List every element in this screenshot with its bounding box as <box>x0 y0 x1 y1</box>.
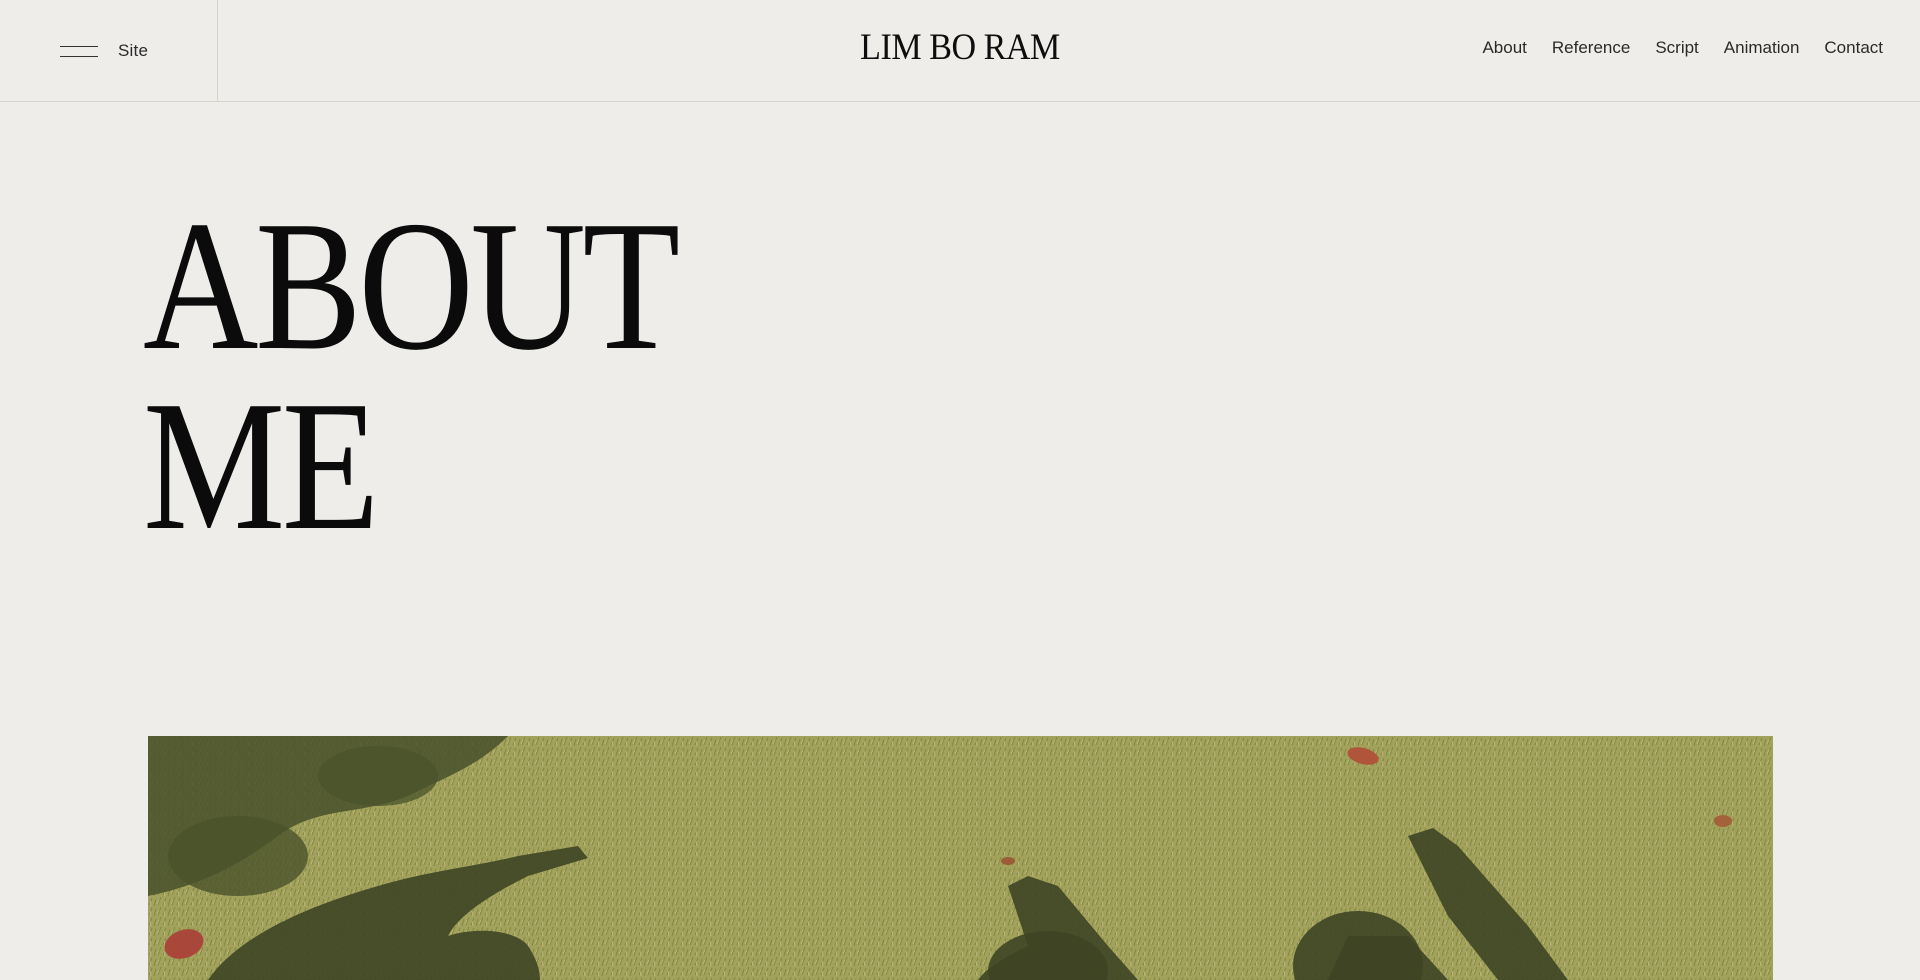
page-title-line-1: ABOUT <box>143 183 680 389</box>
main-nav: About Reference Script Animation Contact <box>1482 38 1883 58</box>
page-title: ABOUT ME <box>143 183 680 569</box>
hero-photo <box>148 736 1773 980</box>
nav-link-reference[interactable]: Reference <box>1552 38 1630 58</box>
nav-link-about[interactable]: About <box>1482 38 1526 58</box>
nav-link-script[interactable]: Script <box>1655 38 1698 58</box>
grass-shadow-image <box>148 736 1773 980</box>
page-title-line-2: ME <box>143 363 379 569</box>
site-header: Site LIM BO RAM About Reference Script A… <box>0 0 1920 102</box>
nav-link-contact[interactable]: Contact <box>1824 38 1883 58</box>
nav-link-animation[interactable]: Animation <box>1724 38 1800 58</box>
